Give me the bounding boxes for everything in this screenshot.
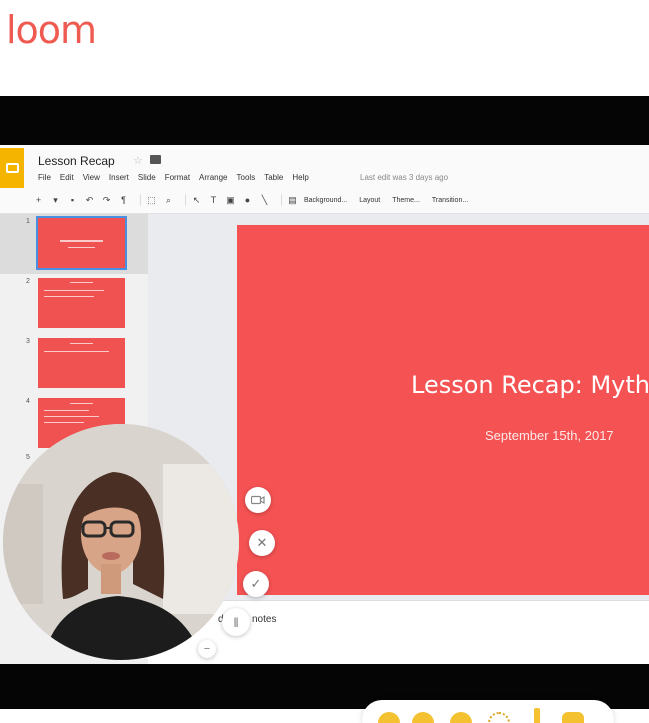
comment-icon[interactable]: ▤ [287, 195, 298, 206]
zoom-fit-icon[interactable]: ⬚ [146, 195, 157, 206]
background-button[interactable]: Background... [304, 197, 347, 204]
text-box-icon[interactable]: T [208, 195, 219, 206]
close-icon: ✕ [256, 535, 268, 550]
pause-icon: ‖ [233, 614, 239, 630]
frown-emoji-icon[interactable] [450, 712, 472, 723]
folder-icon[interactable] [150, 155, 161, 164]
google-slides-icon[interactable] [0, 148, 24, 188]
current-slide[interactable]: Lesson Recap: Myth September 15th, 2017 [237, 225, 649, 595]
new-slide-icon[interactable]: + [33, 195, 44, 206]
laugh-emoji-icon[interactable] [412, 712, 434, 723]
finish-recording-button[interactable]: ✓ [243, 571, 269, 597]
menu-edit[interactable]: Edit [60, 173, 74, 182]
smile-emoji-icon[interactable] [378, 712, 400, 723]
transition-button[interactable]: Transition... [432, 197, 468, 204]
menu-format[interactable]: Format [165, 173, 190, 182]
menu-insert[interactable]: Insert [109, 173, 129, 182]
slide-subtitle[interactable]: September 15th, 2017 [485, 428, 614, 443]
layout-button[interactable]: Layout [359, 197, 380, 204]
print-icon[interactable]: ▪ [67, 195, 78, 206]
image-icon[interactable]: ▣ [225, 195, 236, 206]
menu-slide[interactable]: Slide [138, 173, 156, 182]
slide-title[interactable]: Lesson Recap: Myth [411, 371, 649, 399]
select-cursor-icon[interactable]: ↖ [191, 195, 202, 206]
thumbnail-number: 3 [26, 338, 30, 345]
cancel-recording-button[interactable]: ✕ [249, 530, 275, 556]
toolbar-divider [281, 194, 282, 206]
toolbar-divider [140, 194, 141, 206]
dropdown-icon[interactable]: ▾ [50, 195, 61, 206]
menu-view[interactable]: View [83, 173, 100, 182]
menu-bar: File Edit View Insert Slide Format Arran… [38, 173, 318, 182]
slide-thumbnail-3[interactable] [38, 338, 125, 388]
exclamation-emoji-icon[interactable] [534, 708, 540, 723]
party-emoji-icon[interactable] [488, 712, 510, 723]
video-camera-icon [251, 495, 265, 505]
thumbnail-number: 2 [26, 278, 30, 285]
menu-help[interactable]: Help [292, 173, 308, 182]
reaction-tray [362, 700, 614, 723]
loom-logo[interactable]: loom [6, 8, 97, 52]
thumbnail-number: 5 [26, 454, 30, 461]
menu-file[interactable]: File [38, 173, 51, 182]
thumbnail-number: 1 [26, 218, 30, 225]
menu-table[interactable]: Table [264, 173, 283, 182]
last-edit-status[interactable]: Last edit was 3 days ago [360, 173, 448, 182]
redo-icon[interactable]: ↷ [101, 195, 112, 206]
toolbar: + ▾ ▪ ↶ ↷ ¶ ⬚ ⌕ ↖ T ▣ ● ╲ ▤ Background..… [33, 192, 649, 208]
loom-recording-page: loom Lesson Recap ☆ File Edit View Inser… [0, 0, 649, 723]
speaker-notes[interactable]: d sp notes [148, 600, 649, 664]
line-icon[interactable]: ╲ [259, 195, 270, 206]
notes-text: notes [252, 614, 277, 625]
slide-thumbnail-2[interactable] [38, 278, 125, 328]
presenter-camera-feed [3, 424, 239, 660]
paint-format-icon[interactable]: ¶ [118, 195, 129, 206]
pause-recording-button[interactable]: ‖ [222, 608, 250, 636]
menu-tools[interactable]: Tools [237, 173, 256, 182]
undo-icon[interactable]: ↶ [84, 195, 95, 206]
webcam-bubble[interactable] [3, 424, 239, 660]
toolbar-divider [185, 194, 186, 206]
star-icon[interactable]: ☆ [133, 154, 143, 167]
slide-thumbnail-1[interactable] [36, 216, 127, 270]
thumbnail-number: 4 [26, 398, 30, 405]
document-title[interactable]: Lesson Recap [38, 154, 115, 168]
minus-icon: − [203, 643, 211, 655]
collapse-controls-button[interactable]: − [198, 640, 216, 658]
shape-icon[interactable]: ● [242, 195, 253, 206]
loom-header: loom [0, 0, 649, 70]
camera-toggle-button[interactable] [245, 487, 271, 513]
zoom-icon[interactable]: ⌕ [163, 195, 174, 206]
check-icon: ✓ [250, 576, 262, 591]
video-letterbox-top [0, 96, 649, 145]
thumbs-up-emoji-icon[interactable] [562, 712, 584, 723]
theme-button[interactable]: Theme... [392, 197, 420, 204]
menu-arrange[interactable]: Arrange [199, 173, 227, 182]
